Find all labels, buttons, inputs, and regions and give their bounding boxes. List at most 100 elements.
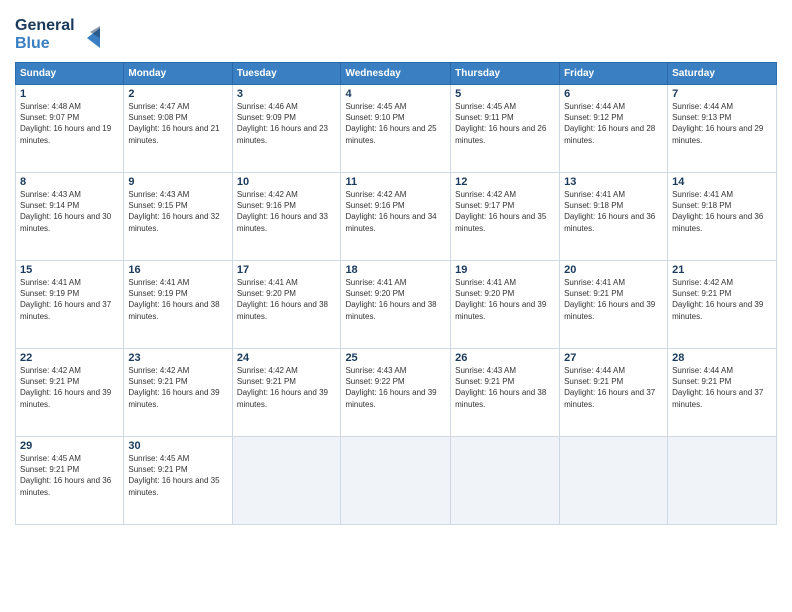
day-info: Sunrise: 4:44 AM Sunset: 9:21 PM Dayligh… — [672, 365, 772, 410]
day-number: 3 — [237, 88, 337, 100]
day-cell: 12Sunrise: 4:42 AM Sunset: 9:17 PM Dayli… — [451, 173, 560, 261]
day-info: Sunrise: 4:44 AM Sunset: 9:12 PM Dayligh… — [564, 101, 663, 146]
day-cell — [668, 437, 777, 525]
day-cell: 22Sunrise: 4:42 AM Sunset: 9:21 PM Dayli… — [16, 349, 124, 437]
day-cell: 16Sunrise: 4:41 AM Sunset: 9:19 PM Dayli… — [124, 261, 232, 349]
day-info: Sunrise: 4:42 AM Sunset: 9:21 PM Dayligh… — [128, 365, 227, 410]
day-number: 10 — [237, 176, 337, 188]
day-cell: 11Sunrise: 4:42 AM Sunset: 9:16 PM Dayli… — [341, 173, 451, 261]
svg-text:General: General — [15, 17, 75, 34]
day-cell: 30Sunrise: 4:45 AM Sunset: 9:21 PM Dayli… — [124, 437, 232, 525]
day-cell: 7Sunrise: 4:44 AM Sunset: 9:13 PM Daylig… — [668, 85, 777, 173]
day-info: Sunrise: 4:41 AM Sunset: 9:19 PM Dayligh… — [20, 277, 119, 322]
day-cell — [341, 437, 451, 525]
day-cell: 1Sunrise: 4:48 AM Sunset: 9:07 PM Daylig… — [16, 85, 124, 173]
svg-text:Blue: Blue — [15, 35, 50, 52]
logo-svg: General Blue — [15, 10, 105, 54]
day-cell: 21Sunrise: 4:42 AM Sunset: 9:21 PM Dayli… — [668, 261, 777, 349]
day-number: 19 — [455, 264, 555, 276]
day-number: 6 — [564, 88, 663, 100]
day-info: Sunrise: 4:42 AM Sunset: 9:21 PM Dayligh… — [672, 277, 772, 322]
day-info: Sunrise: 4:44 AM Sunset: 9:13 PM Dayligh… — [672, 101, 772, 146]
week-row-5: 29Sunrise: 4:45 AM Sunset: 9:21 PM Dayli… — [16, 437, 777, 525]
header-cell-thursday: Thursday — [451, 63, 560, 85]
day-info: Sunrise: 4:43 AM Sunset: 9:21 PM Dayligh… — [455, 365, 555, 410]
day-cell: 24Sunrise: 4:42 AM Sunset: 9:21 PM Dayli… — [232, 349, 341, 437]
day-number: 9 — [128, 176, 227, 188]
day-info: Sunrise: 4:41 AM Sunset: 9:20 PM Dayligh… — [455, 277, 555, 322]
week-row-1: 1Sunrise: 4:48 AM Sunset: 9:07 PM Daylig… — [16, 85, 777, 173]
day-number: 2 — [128, 88, 227, 100]
day-number: 15 — [20, 264, 119, 276]
day-number: 5 — [455, 88, 555, 100]
day-info: Sunrise: 4:45 AM Sunset: 9:21 PM Dayligh… — [20, 453, 119, 498]
day-number: 25 — [345, 352, 446, 364]
header-cell-wednesday: Wednesday — [341, 63, 451, 85]
header: General Blue — [15, 10, 777, 54]
day-number: 28 — [672, 352, 772, 364]
day-cell: 27Sunrise: 4:44 AM Sunset: 9:21 PM Dayli… — [560, 349, 668, 437]
day-number: 14 — [672, 176, 772, 188]
day-info: Sunrise: 4:41 AM Sunset: 9:19 PM Dayligh… — [128, 277, 227, 322]
day-number: 12 — [455, 176, 555, 188]
day-cell: 2Sunrise: 4:47 AM Sunset: 9:08 PM Daylig… — [124, 85, 232, 173]
day-info: Sunrise: 4:42 AM Sunset: 9:21 PM Dayligh… — [20, 365, 119, 410]
day-cell: 29Sunrise: 4:45 AM Sunset: 9:21 PM Dayli… — [16, 437, 124, 525]
week-row-3: 15Sunrise: 4:41 AM Sunset: 9:19 PM Dayli… — [16, 261, 777, 349]
header-row: SundayMondayTuesdayWednesdayThursdayFrid… — [16, 63, 777, 85]
day-number: 8 — [20, 176, 119, 188]
day-info: Sunrise: 4:41 AM Sunset: 9:18 PM Dayligh… — [672, 189, 772, 234]
day-info: Sunrise: 4:43 AM Sunset: 9:14 PM Dayligh… — [20, 189, 119, 234]
day-number: 18 — [345, 264, 446, 276]
day-info: Sunrise: 4:41 AM Sunset: 9:20 PM Dayligh… — [237, 277, 337, 322]
header-cell-tuesday: Tuesday — [232, 63, 341, 85]
day-number: 27 — [564, 352, 663, 364]
day-info: Sunrise: 4:42 AM Sunset: 9:16 PM Dayligh… — [345, 189, 446, 234]
day-cell: 20Sunrise: 4:41 AM Sunset: 9:21 PM Dayli… — [560, 261, 668, 349]
day-cell: 18Sunrise: 4:41 AM Sunset: 9:20 PM Dayli… — [341, 261, 451, 349]
day-info: Sunrise: 4:43 AM Sunset: 9:15 PM Dayligh… — [128, 189, 227, 234]
day-number: 16 — [128, 264, 227, 276]
day-cell: 28Sunrise: 4:44 AM Sunset: 9:21 PM Dayli… — [668, 349, 777, 437]
day-cell — [560, 437, 668, 525]
day-number: 23 — [128, 352, 227, 364]
day-cell: 25Sunrise: 4:43 AM Sunset: 9:22 PM Dayli… — [341, 349, 451, 437]
header-cell-sunday: Sunday — [16, 63, 124, 85]
day-cell: 6Sunrise: 4:44 AM Sunset: 9:12 PM Daylig… — [560, 85, 668, 173]
day-number: 7 — [672, 88, 772, 100]
header-cell-saturday: Saturday — [668, 63, 777, 85]
day-cell: 5Sunrise: 4:45 AM Sunset: 9:11 PM Daylig… — [451, 85, 560, 173]
day-info: Sunrise: 4:42 AM Sunset: 9:16 PM Dayligh… — [237, 189, 337, 234]
day-cell: 13Sunrise: 4:41 AM Sunset: 9:18 PM Dayli… — [560, 173, 668, 261]
day-cell: 14Sunrise: 4:41 AM Sunset: 9:18 PM Dayli… — [668, 173, 777, 261]
day-info: Sunrise: 4:48 AM Sunset: 9:07 PM Dayligh… — [20, 101, 119, 146]
day-cell: 8Sunrise: 4:43 AM Sunset: 9:14 PM Daylig… — [16, 173, 124, 261]
calendar-table: SundayMondayTuesdayWednesdayThursdayFrid… — [15, 62, 777, 525]
day-number: 21 — [672, 264, 772, 276]
day-cell: 19Sunrise: 4:41 AM Sunset: 9:20 PM Dayli… — [451, 261, 560, 349]
page: General Blue SundayMondayTuesdayWednesda… — [0, 0, 792, 612]
day-cell: 3Sunrise: 4:46 AM Sunset: 9:09 PM Daylig… — [232, 85, 341, 173]
week-row-2: 8Sunrise: 4:43 AM Sunset: 9:14 PM Daylig… — [16, 173, 777, 261]
day-info: Sunrise: 4:46 AM Sunset: 9:09 PM Dayligh… — [237, 101, 337, 146]
logo: General Blue — [15, 10, 105, 54]
day-number: 29 — [20, 440, 119, 452]
day-number: 13 — [564, 176, 663, 188]
header-cell-friday: Friday — [560, 63, 668, 85]
day-cell: 4Sunrise: 4:45 AM Sunset: 9:10 PM Daylig… — [341, 85, 451, 173]
day-info: Sunrise: 4:45 AM Sunset: 9:11 PM Dayligh… — [455, 101, 555, 146]
day-info: Sunrise: 4:45 AM Sunset: 9:21 PM Dayligh… — [128, 453, 227, 498]
day-info: Sunrise: 4:41 AM Sunset: 9:21 PM Dayligh… — [564, 277, 663, 322]
day-number: 20 — [564, 264, 663, 276]
day-cell — [451, 437, 560, 525]
day-cell — [232, 437, 341, 525]
header-cell-monday: Monday — [124, 63, 232, 85]
day-number: 30 — [128, 440, 227, 452]
day-number: 24 — [237, 352, 337, 364]
day-info: Sunrise: 4:43 AM Sunset: 9:22 PM Dayligh… — [345, 365, 446, 410]
day-number: 4 — [345, 88, 446, 100]
day-cell: 15Sunrise: 4:41 AM Sunset: 9:19 PM Dayli… — [16, 261, 124, 349]
day-info: Sunrise: 4:44 AM Sunset: 9:21 PM Dayligh… — [564, 365, 663, 410]
week-row-4: 22Sunrise: 4:42 AM Sunset: 9:21 PM Dayli… — [16, 349, 777, 437]
day-cell: 23Sunrise: 4:42 AM Sunset: 9:21 PM Dayli… — [124, 349, 232, 437]
